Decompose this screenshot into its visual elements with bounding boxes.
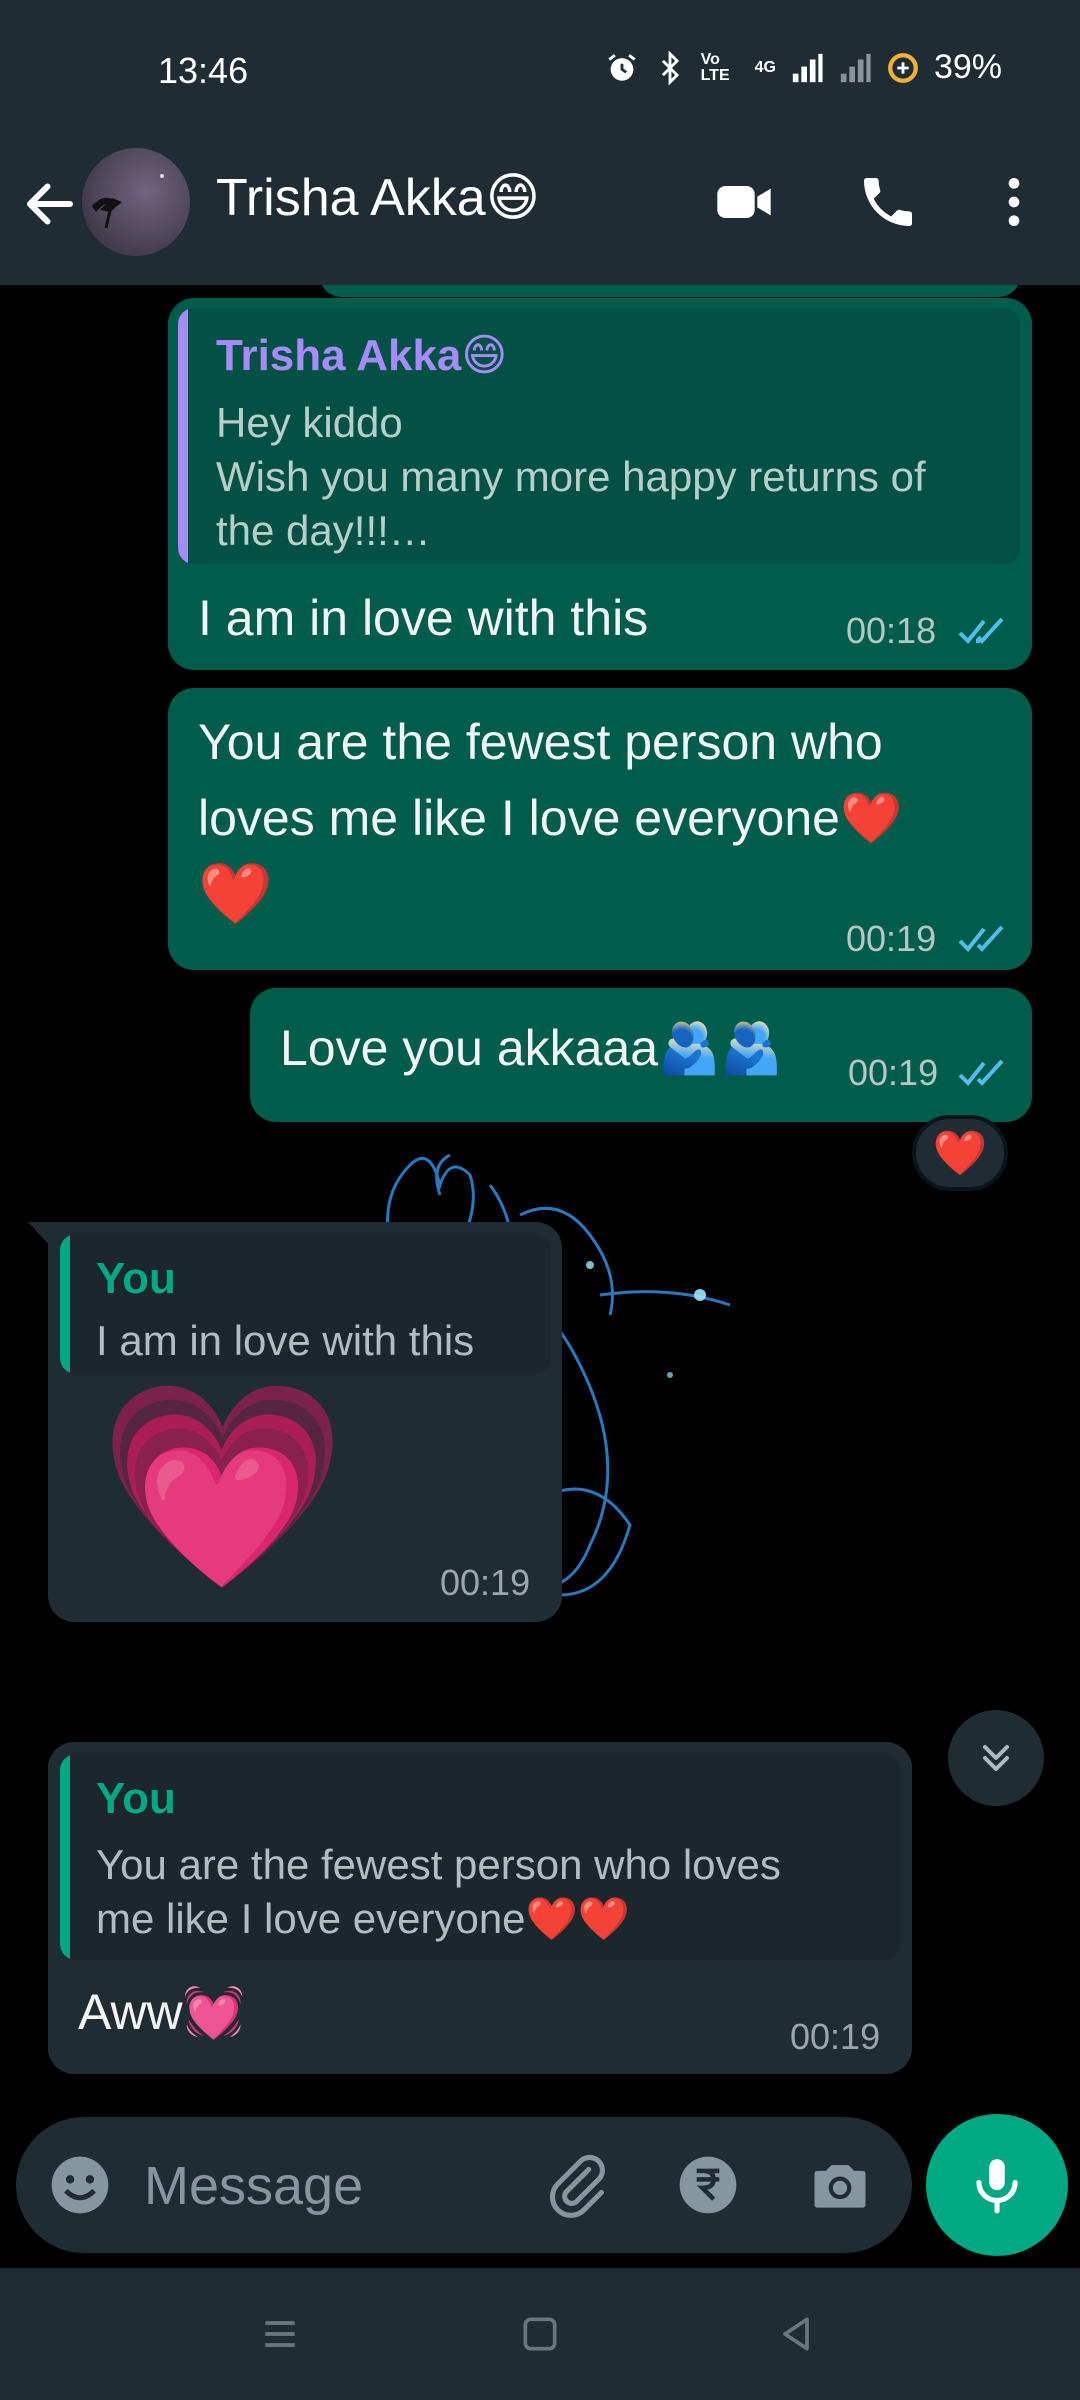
rupee-payment-icon[interactable] (674, 2151, 742, 2219)
camera-icon[interactable] (806, 2151, 874, 2219)
quote-line: You are the fewest person who loves (96, 1841, 781, 1888)
voice-call-icon[interactable] (856, 170, 920, 234)
signal-strength-icon (792, 53, 823, 82)
quote-accent-bar (60, 1754, 70, 1960)
message-text: I am in love with this (198, 590, 649, 646)
battery-percent: 39% (933, 48, 1002, 86)
message-text: Aww💓 (78, 1984, 245, 2040)
message-time: 00:19 (440, 1562, 531, 1603)
quote-author: Trisha Akka😄 (216, 331, 508, 380)
status-bar: 13:46 Vo LTE 4G 39% (0, 0, 1080, 140)
back-nav-icon[interactable] (774, 2312, 818, 2356)
message-time: 00:19 (790, 2016, 881, 2057)
quote-author: You (96, 1774, 176, 1823)
quote-line: Wish you many more happy returns of (216, 453, 926, 500)
back-arrow-icon[interactable] (20, 174, 80, 234)
quote-line: me like I love everyone❤️❤️ (96, 1895, 631, 1942)
message-reaction[interactable]: ❤️ (912, 1115, 1008, 1191)
bluetooth-icon (661, 50, 679, 85)
incoming-message[interactable]: You I am in love with this 💗 00:19 (48, 1222, 562, 1622)
quoted-message[interactable]: Trisha Akka😄 Hey kiddo Wish you many mor… (178, 308, 1020, 564)
message-time: 00:19 (846, 918, 937, 959)
network-type: 4G (754, 58, 776, 76)
message-text-line: You are the fewest person who (198, 714, 883, 770)
quote-line: I am in love with this (96, 1317, 475, 1364)
message-input[interactable]: Message (144, 2155, 363, 2217)
message-time: 00:18 (846, 610, 937, 651)
read-receipt-icon (958, 617, 1004, 644)
quote-line: the day!!!… (216, 507, 431, 554)
incoming-bubble-tail (28, 1222, 52, 1248)
avatar[interactable] (82, 148, 190, 256)
more-options-icon[interactable] (982, 170, 1046, 234)
reaction-emoji: ❤️ (932, 1129, 988, 1178)
contact-name[interactable]: Trisha Akka😄 (216, 168, 540, 228)
heart-sticker: 💗 (98, 1375, 348, 1598)
status-icons: Vo LTE 4G 39% (605, 48, 1002, 87)
previous-message-edge (320, 285, 1020, 297)
alarm-icon (607, 53, 636, 81)
message-text-line: ❤️ (198, 860, 273, 927)
emoji-icon[interactable] (46, 2151, 114, 2219)
read-receipt-icon (958, 1059, 1004, 1086)
quoted-message[interactable]: You You are the fewest person who loves … (60, 1754, 900, 1960)
attach-icon[interactable] (542, 2151, 610, 2219)
outgoing-message[interactable]: You are the fewest person who loves me l… (168, 688, 1032, 970)
message-time: 00:19 (848, 1052, 939, 1093)
scroll-to-bottom-button[interactable] (948, 1710, 1044, 1806)
quote-author: You (96, 1254, 176, 1303)
quote-accent-bar (60, 1234, 70, 1374)
chat-header: Trisha Akka😄 (0, 140, 1080, 285)
recent-apps-icon[interactable] (258, 2312, 302, 2356)
read-receipt-icon (958, 925, 1004, 952)
battery-saver-icon (888, 52, 918, 83)
quote-line: Hey kiddo (216, 399, 403, 446)
system-navigation-bar (0, 2268, 1080, 2400)
voice-message-button[interactable] (926, 2114, 1068, 2256)
video-call-icon[interactable] (712, 170, 776, 234)
palm-tree-icon (92, 174, 164, 229)
home-icon[interactable] (518, 2312, 562, 2356)
message-composer: Message (16, 2117, 912, 2253)
incoming-message[interactable]: You You are the fewest person who loves … (48, 1742, 912, 2074)
message-text-line: loves me like I love everyone❤️ (198, 790, 903, 846)
signal-strength-2-icon (840, 53, 871, 82)
quote-accent-bar (178, 308, 188, 564)
outgoing-message[interactable]: Love you akkaaa🫂🫂 00:19 (250, 988, 1032, 1122)
double-chevron-down-icon (982, 1744, 1010, 1772)
quoted-message[interactable]: You I am in love with this (60, 1234, 550, 1374)
status-time: 13:46 (158, 50, 249, 91)
volte-indicator: Vo LTE (700, 50, 730, 84)
chat-messages[interactable]: Trisha Akka😄 Hey kiddo Wish you many mor… (0, 285, 1080, 2115)
message-text: Love you akkaaa🫂🫂 (280, 1020, 783, 1076)
microphone-icon (976, 2159, 1018, 2214)
outgoing-message[interactable]: Trisha Akka😄 Hey kiddo Wish you many mor… (168, 298, 1032, 670)
